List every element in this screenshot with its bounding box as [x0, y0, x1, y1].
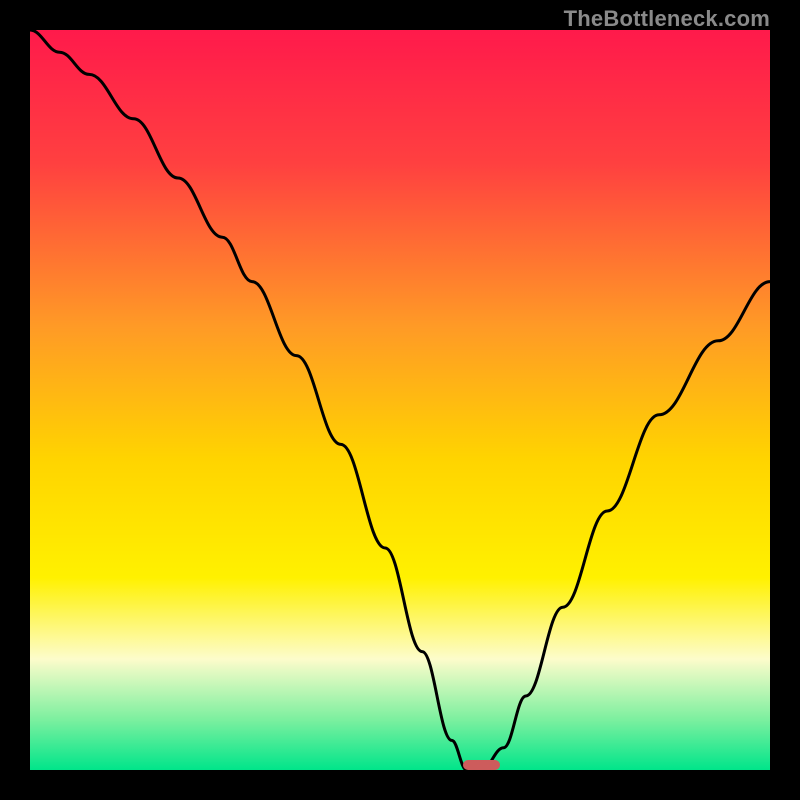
plot-area: [30, 30, 770, 770]
bottleneck-curve: [30, 30, 770, 770]
optimal-marker: [463, 760, 501, 770]
chart-container: TheBottleneck.com: [0, 0, 800, 800]
watermark-label: TheBottleneck.com: [564, 6, 770, 32]
